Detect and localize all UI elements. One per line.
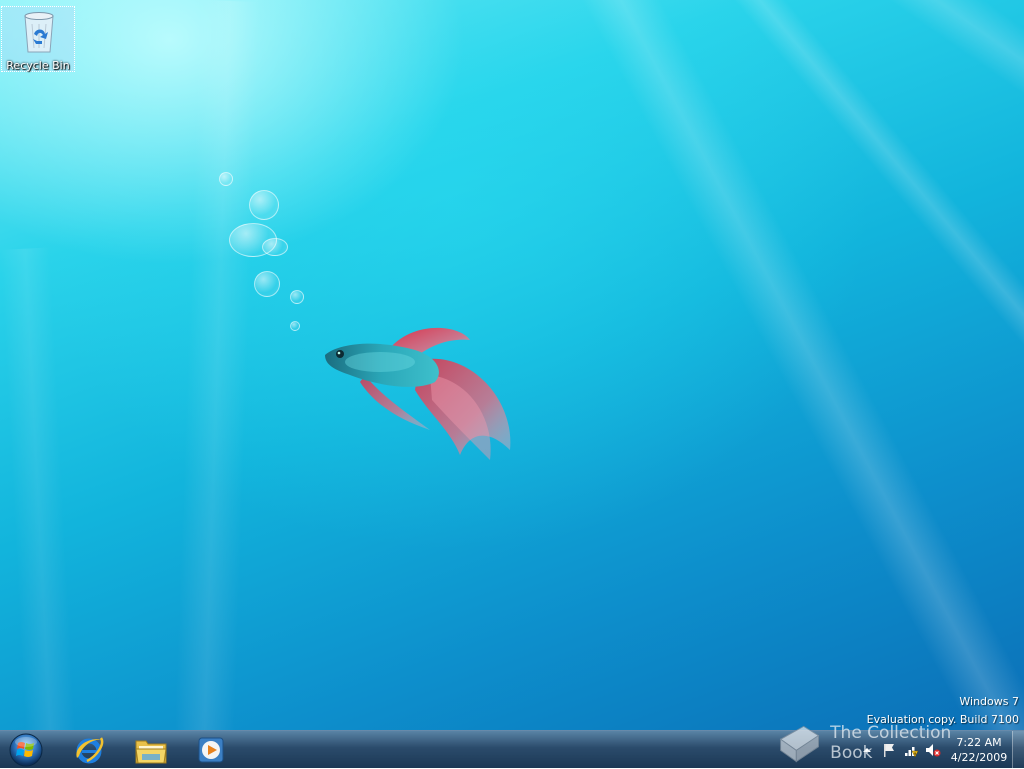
recycle-bin-desktop-icon[interactable]: Recycle Bin — [1, 6, 75, 72]
bubble — [290, 290, 304, 304]
taskbar-internet-explorer[interactable] — [67, 733, 111, 767]
show-desktop-button[interactable] — [1012, 731, 1024, 769]
windows-media-player-icon — [198, 737, 224, 763]
windows-explorer-icon — [135, 740, 167, 764]
bubble — [262, 238, 288, 256]
start-button[interactable] — [6, 732, 46, 768]
light-ray — [700, 0, 1024, 650]
windows-start-orb-icon — [9, 733, 43, 767]
light-ray — [560, 0, 1024, 730]
bubble — [290, 321, 300, 331]
book-logo-icon — [779, 725, 820, 763]
watermark-os-name: Windows 7 — [959, 695, 1019, 708]
desktop-background: Recycle Bin Windows 7 Evaluation copy. B… — [0, 0, 1024, 730]
logo-text: The Collection Book — [830, 723, 952, 763]
recycle-bin-label: Recycle Bin — [6, 59, 70, 72]
collection-book-logo: The Collection Book — [776, 720, 986, 766]
light-ray — [173, 0, 260, 730]
internet-explorer-icon — [76, 737, 104, 764]
bubble — [249, 190, 279, 220]
bubble — [254, 271, 280, 297]
light-ray — [0, 247, 77, 730]
taskbar-windows-explorer[interactable] — [129, 733, 173, 767]
taskbar-windows-media-player[interactable] — [189, 733, 233, 767]
bubble — [219, 172, 233, 186]
recycle-bin-icon — [24, 12, 54, 53]
betta-fish-image — [325, 327, 511, 460]
